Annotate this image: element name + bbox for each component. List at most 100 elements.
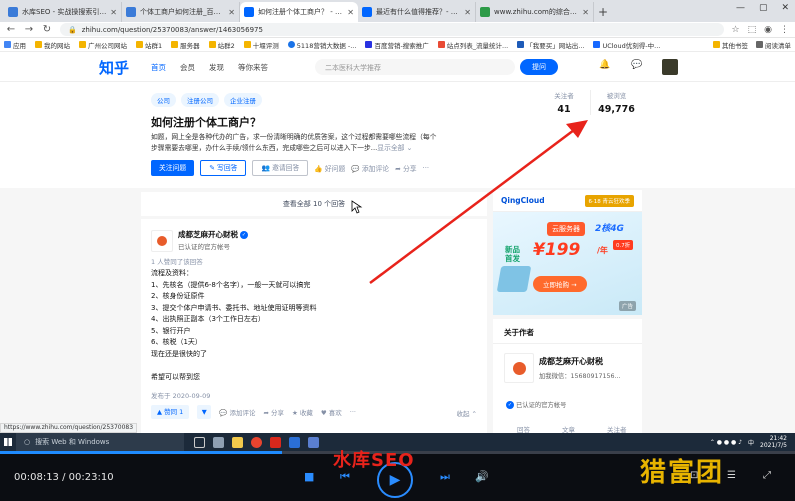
app-icon[interactable] xyxy=(308,436,319,448)
ask-button[interactable]: 提问 xyxy=(520,59,558,75)
search-icon: ○ xyxy=(24,438,31,446)
close-icon[interactable]: ✕ xyxy=(347,8,354,17)
playlist-icon[interactable]: ☰ xyxy=(727,470,736,481)
bookmark-item[interactable]: 站群1 xyxy=(136,40,162,50)
bell-icon[interactable]: 🔔 xyxy=(599,60,610,70)
topic-tag[interactable]: 注册公司 xyxy=(181,93,219,107)
chrome-icon[interactable] xyxy=(251,436,262,448)
message-icon[interactable]: 💬 xyxy=(631,60,642,70)
topic-tag[interactable]: 公司 xyxy=(151,93,176,107)
app-icon[interactable] xyxy=(289,436,300,448)
add-comment-button[interactable]: 💬 添加评论 xyxy=(219,407,255,417)
author-headline: 加我微信：15680917156... xyxy=(539,373,621,380)
wps-icon[interactable] xyxy=(270,436,281,448)
more-button[interactable]: ··· xyxy=(423,164,429,172)
stop-icon[interactable]: ■ xyxy=(304,470,314,483)
bookmark-item[interactable]: 服务器 xyxy=(171,40,200,50)
add-comment-button[interactable]: 💬 添加评论 xyxy=(351,163,389,173)
star-icon[interactable]: ☆ xyxy=(732,25,740,35)
bookmark-item[interactable]: 站群2 xyxy=(208,40,235,50)
author-name[interactable]: 成都芝麻开心财税 ✓ xyxy=(178,229,248,240)
reading-list[interactable]: 阅读清单 xyxy=(756,40,791,50)
profile-icon[interactable]: ◉ xyxy=(764,25,772,35)
like-button[interactable]: ♥ 喜欢 xyxy=(321,407,342,417)
fullscreen-icon[interactable]: ⤢ xyxy=(763,470,771,481)
ime-indicator[interactable]: 中 xyxy=(748,438,754,447)
author-name[interactable]: 成都芝麻开心财税 xyxy=(539,356,603,367)
bookmark-item[interactable]: 5118营销大数据 -... xyxy=(287,40,356,50)
invite-answer-button[interactable]: 👥 邀请回答 xyxy=(252,160,309,176)
site-favicon xyxy=(593,41,601,48)
maximize-button[interactable]: ▢ xyxy=(759,3,768,13)
nav-home[interactable]: 首页 xyxy=(151,62,166,73)
upvote-button[interactable]: ▲ 赞同 1 xyxy=(151,405,190,419)
sidebar-ad[interactable]: QingCloud 6·18 青云狂欢季 云服务器 2核4G 新品首发 ¥199… xyxy=(493,190,642,315)
clock[interactable]: 21:42 2021/7/5 xyxy=(760,435,787,449)
author-avatar[interactable] xyxy=(151,230,173,252)
downvote-button[interactable]: ▼ xyxy=(197,405,212,419)
menu-icon[interactable]: ⋮ xyxy=(780,25,789,35)
next-icon[interactable]: ⏭ xyxy=(440,470,450,484)
tray-icons[interactable]: ⌃ ● ● ● ♪ xyxy=(710,439,742,446)
topic-tag[interactable]: 企业注册 xyxy=(224,93,262,107)
collapse-button[interactable]: 收起 ⌃ xyxy=(456,408,477,418)
bookmark-item[interactable]: 应用 xyxy=(4,40,26,50)
more-button[interactable]: ··· xyxy=(350,408,356,416)
bookmark-item[interactable]: 我的网站 xyxy=(35,40,70,50)
publish-date[interactable]: 发布于 2020-09-09 xyxy=(151,390,210,400)
site-favicon xyxy=(517,41,525,48)
buy-now-button[interactable]: 立即抢购 → xyxy=(533,276,587,292)
bookmark-item[interactable]: 「我要买」网站出... xyxy=(517,40,584,50)
browser-tab-active[interactable]: 如何注册个体工商户？ - 知乎 ✕ xyxy=(240,2,358,22)
folder-icon xyxy=(208,41,216,48)
previous-icon[interactable]: ⏮ xyxy=(340,470,350,484)
close-icon[interactable]: ✕ xyxy=(110,8,117,17)
bookmark-item[interactable]: 广州公司网站 xyxy=(79,40,127,50)
close-icon[interactable]: ✕ xyxy=(228,8,235,17)
nav-waiting[interactable]: 等你来答 xyxy=(238,62,268,73)
good-question-button[interactable]: 👍 好问题 xyxy=(314,163,345,173)
author-avatar[interactable] xyxy=(504,353,534,383)
close-window-button[interactable]: ✕ xyxy=(781,3,789,13)
file-explorer-icon[interactable] xyxy=(232,436,243,448)
answer-line: 现在还是很快的了 xyxy=(151,349,207,358)
url-field[interactable]: 🔒 zhihu.com/question/25370083/answer/1463… xyxy=(60,23,724,36)
bookmark-item[interactable]: UCloud优刻得-中... xyxy=(593,40,660,50)
bookmark-item[interactable]: 十堰评测 xyxy=(243,40,279,50)
browser-tab[interactable]: 最近有什么值得推荐？- 知乎 ✕ xyxy=(358,2,476,22)
follow-question-button[interactable]: 关注问题 xyxy=(151,160,195,176)
close-icon[interactable]: ✕ xyxy=(464,8,471,17)
nav-discover[interactable]: 发现 xyxy=(209,62,224,73)
followers-stat[interactable]: 关注者 41 xyxy=(538,90,590,115)
reload-icon[interactable]: ↻ xyxy=(42,24,52,35)
back-icon[interactable]: ← xyxy=(6,24,16,35)
bookmark-item[interactable]: 站点列表_流量统计... xyxy=(437,40,508,50)
browser-tab[interactable]: 个体工商户如何注册_百度搜索 ✕ xyxy=(122,2,240,22)
share-button[interactable]: ➦ 分享 xyxy=(395,163,416,173)
windows-start-icon[interactable] xyxy=(0,433,16,451)
taskbar-search[interactable]: ○ 搜索 Web 和 Windows xyxy=(16,433,184,451)
collect-button[interactable]: ★ 收藏 xyxy=(292,407,313,417)
search-input[interactable]: 二本医科大学推荐 xyxy=(315,59,515,75)
bookmark-item[interactable]: 百度营销-搜索推广 xyxy=(365,40,429,50)
answer-line: 希望可以帮到您 xyxy=(151,372,200,381)
show-all-link[interactable]: 显示全部 ⌄ xyxy=(377,144,412,152)
nav-vip[interactable]: 会员 xyxy=(180,62,195,73)
zhihu-logo[interactable]: 知乎 xyxy=(99,57,129,78)
bookmark-other[interactable]: 其他书签 xyxy=(713,40,748,50)
share-button[interactable]: ➦ 分享 xyxy=(263,407,284,417)
task-view-icon[interactable] xyxy=(194,436,205,448)
extension-icon[interactable]: ⬚ xyxy=(748,25,757,35)
forward-icon[interactable]: → xyxy=(24,24,34,35)
browser-tab[interactable]: 水库SEO - 实战操搜索引擎营销✕ xyxy=(4,2,122,22)
view-all-answers-link[interactable]: 查看全部 10 个回答 xyxy=(141,192,487,216)
settings-icon[interactable] xyxy=(213,436,224,448)
write-answer-button[interactable]: ✎ 写回答 xyxy=(200,160,247,176)
new-tab-button[interactable]: + xyxy=(594,2,612,22)
avatar[interactable] xyxy=(662,59,678,75)
volume-icon[interactable]: 🔊 xyxy=(475,470,489,483)
browser-tab[interactable]: www.zhihu.com的综合查询_4G✕ xyxy=(476,2,594,22)
close-icon[interactable]: ✕ xyxy=(582,8,589,17)
minimize-button[interactable]: — xyxy=(736,3,745,13)
agree-count-note[interactable]: 1 人赞同了该回答 xyxy=(151,256,203,266)
